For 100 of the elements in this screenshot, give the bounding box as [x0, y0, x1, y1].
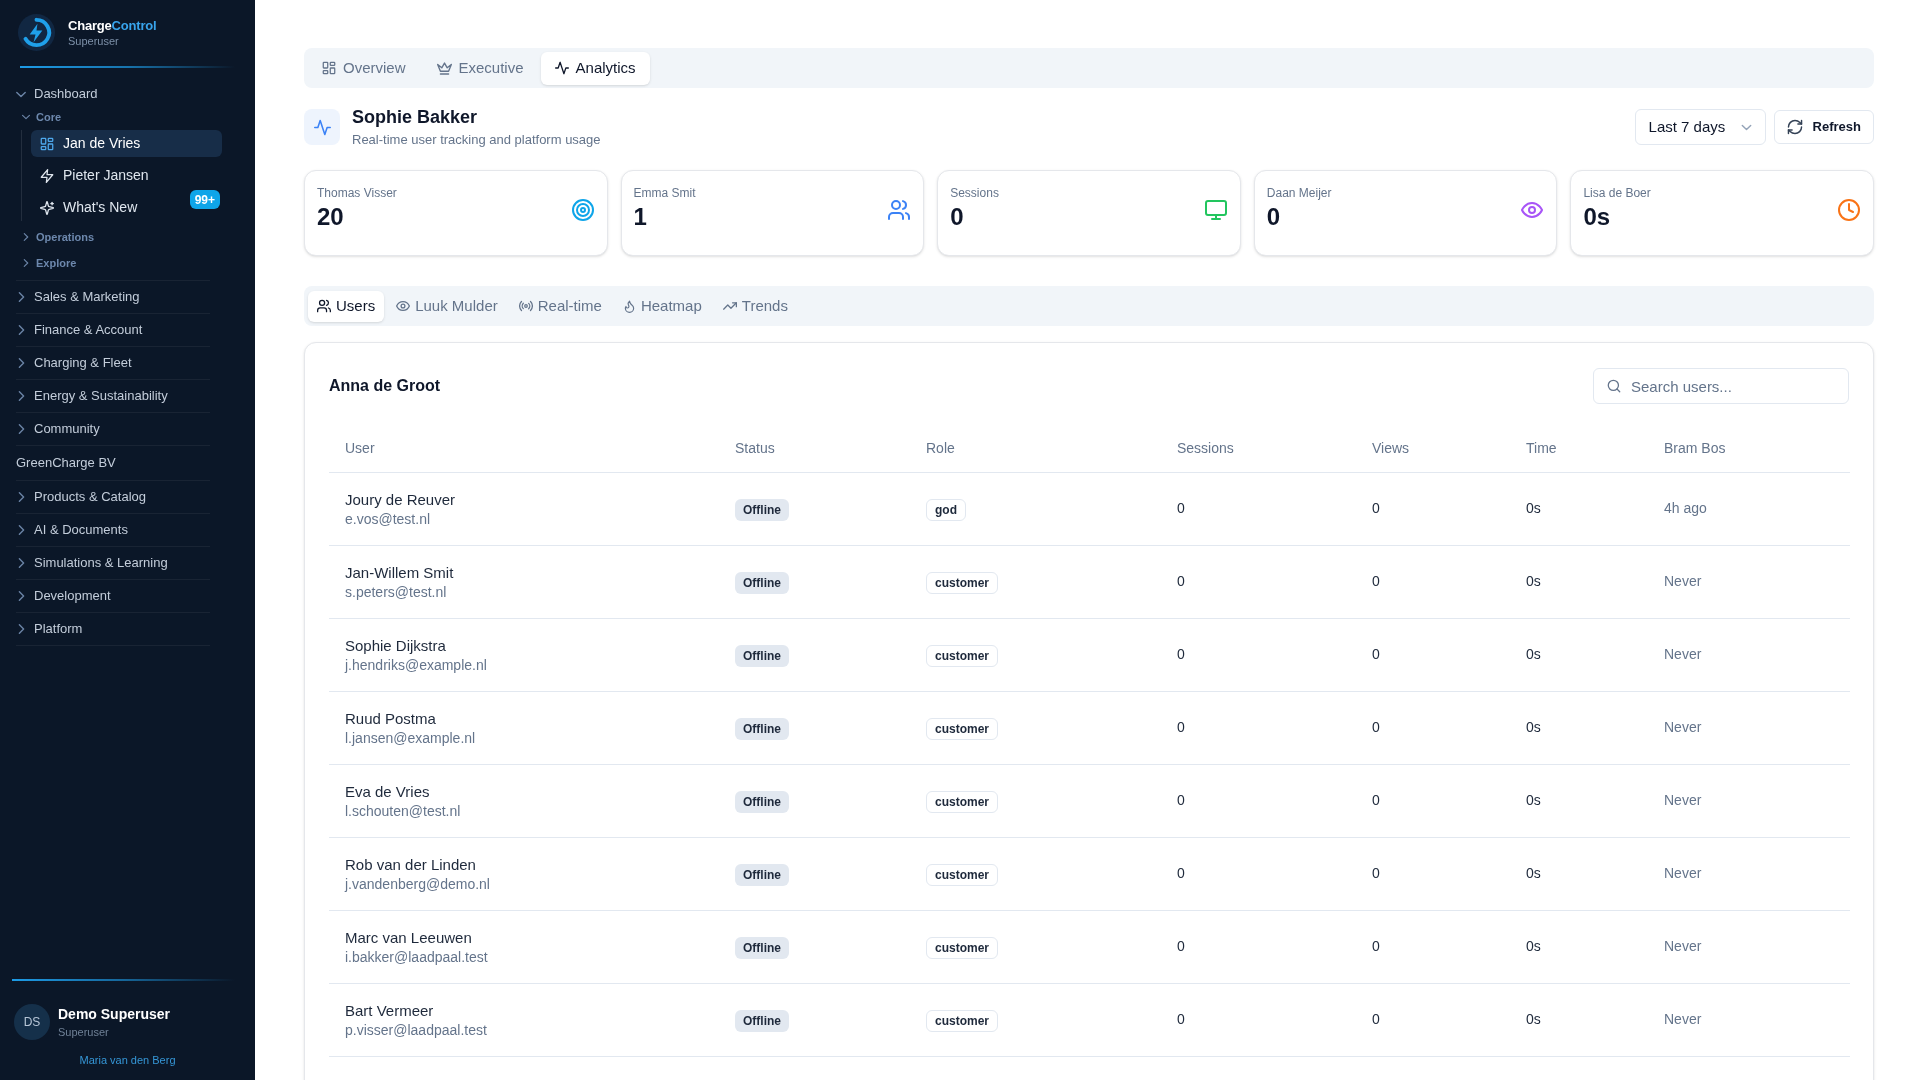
column-header: Status: [719, 426, 910, 472]
nav-group[interactable]: Sales & Marketing: [0, 281, 255, 313]
count-badge: 99+: [189, 190, 220, 209]
table-cell: Never: [1648, 545, 1850, 618]
table-cell: Never: [1648, 983, 1850, 1056]
table-cell: 0: [1356, 472, 1510, 545]
avatar: DS: [14, 1004, 50, 1040]
table-cell: 0: [1161, 618, 1356, 691]
refresh-button[interactable]: Refresh: [1773, 110, 1874, 144]
status-badge: Offline: [735, 1009, 789, 1032]
tab[interactable]: Heatmap: [613, 290, 711, 322]
tab[interactable]: Luuk Mulder: [387, 290, 507, 322]
table-cell: 0s: [1510, 691, 1648, 764]
column-header: Sessions: [1161, 426, 1356, 472]
stat-value: 0: [950, 203, 965, 231]
table-cell: 0: [1356, 983, 1510, 1056]
role-badge: customer: [926, 790, 999, 813]
user-name: Marc van Leeuwen: [345, 927, 473, 948]
user-email: l.schouten@test.nl: [345, 801, 462, 820]
trending-up-icon: [722, 299, 737, 313]
grid-icon: [40, 136, 54, 151]
role-badge: customer: [926, 644, 999, 667]
table-cell: 0: [1161, 983, 1356, 1056]
tab[interactable]: Analytics: [540, 51, 650, 85]
nav-section[interactable]: Explore: [20, 253, 255, 273]
nav-group[interactable]: Energy & Sustainability: [0, 380, 255, 412]
table-cell: 0s: [1510, 910, 1648, 983]
nav-section[interactable]: Core: [20, 107, 255, 127]
logo-icon: [17, 13, 56, 52]
nav-section[interactable]: Operations: [20, 227, 255, 247]
user-email: p.visser@laadpaal.test: [345, 1020, 488, 1039]
status-badge: Offline: [735, 936, 789, 959]
status-badge: Offline: [735, 717, 789, 740]
table-cell: 0: [1356, 618, 1510, 691]
column-header: Bram Bos: [1648, 426, 1850, 472]
stat-label: Emma Smit: [633, 185, 696, 201]
user-email: l.jansen@example.nl: [345, 728, 477, 747]
role-badge: customer: [926, 571, 999, 594]
period-select[interactable]: Last 7 days: [1634, 109, 1766, 145]
column-header: Views: [1356, 426, 1510, 472]
user-name: Ruud Postma: [345, 708, 437, 729]
stat-value: 0s: [1583, 203, 1612, 231]
tab[interactable]: Overview: [308, 51, 420, 85]
brand-subtitle: Superuser: [68, 34, 120, 48]
tab[interactable]: Trends: [713, 290, 797, 322]
nav-group[interactable]: Finance & Account: [0, 314, 255, 346]
tab[interactable]: Users: [308, 290, 385, 322]
nav-group[interactable]: Simulations & Learning: [0, 547, 255, 579]
sparkles-icon: [40, 200, 54, 215]
nav-group[interactable]: Dashboard: [0, 81, 255, 107]
table-cell: 0: [1161, 691, 1356, 764]
user-email: i.bakker@laadpaal.test: [345, 947, 489, 966]
search-field[interactable]: Search users...: [1593, 368, 1849, 404]
eye-icon: [396, 299, 411, 313]
tab[interactable]: Executive: [422, 51, 538, 85]
table-cell: 0: [1161, 472, 1356, 545]
table-cell: Never: [1648, 691, 1850, 764]
stat-value: 0: [1266, 203, 1282, 231]
table-cell: Never: [1648, 618, 1850, 691]
nav-group[interactable]: Platform: [0, 613, 255, 645]
brand-name: ChargeControl: [68, 17, 157, 34]
table-cell: Never: [1648, 910, 1850, 983]
stat-label: Daan Meijer: [1266, 185, 1332, 201]
table-cell: 0s: [1510, 837, 1648, 910]
role-badge: god: [926, 498, 966, 521]
table-cell: 0s: [1510, 618, 1648, 691]
nav-group[interactable]: Charging & Fleet: [0, 347, 255, 379]
status-badge: Offline: [735, 571, 789, 594]
user-email: s.peters@test.nl: [345, 582, 448, 601]
user-name: Rob van der Linden: [345, 854, 477, 875]
table-cell: 0s: [1510, 545, 1648, 618]
table-cell: 0s: [1510, 983, 1648, 1056]
search-icon: [1607, 379, 1621, 393]
nav-group[interactable]: Development: [0, 580, 255, 612]
nav-group[interactable]: AI & Documents: [0, 514, 255, 546]
nav-heading: GreenCharge BV: [15, 454, 117, 473]
table-cell: 4h ago: [1648, 472, 1850, 545]
table-cell: 0: [1356, 691, 1510, 764]
status-badge: Offline: [735, 790, 789, 813]
chevron-down-icon: [1740, 123, 1752, 131]
status-badge: Offline: [735, 644, 789, 667]
footer-link[interactable]: Maria van den Berg: [79, 1053, 176, 1067]
pulse-line-icon: [554, 61, 569, 75]
nav-group[interactable]: Community: [0, 413, 255, 445]
role-badge: customer: [926, 717, 999, 740]
column-header: User: [329, 426, 719, 472]
tab[interactable]: Real-time: [509, 290, 611, 322]
stat-label: Sessions: [950, 185, 999, 201]
table-cell: Never: [1648, 837, 1850, 910]
page-title: Sophie Bakker: [352, 106, 479, 128]
stat-value: 20: [317, 203, 345, 231]
nav-item[interactable]: Jan de Vries: [31, 130, 222, 157]
user-name: Eva de Vries: [345, 781, 431, 802]
refresh-icon: [1786, 119, 1803, 135]
nav-group[interactable]: Products & Catalog: [0, 481, 255, 513]
radio-waves-icon: [518, 299, 533, 313]
nav-item[interactable]: Pieter Jansen: [31, 162, 222, 189]
table-cell: 0: [1356, 910, 1510, 983]
user-email: j.vandenberg@demo.nl: [345, 874, 491, 893]
user-name: Jan-Willem Smit: [345, 562, 455, 583]
